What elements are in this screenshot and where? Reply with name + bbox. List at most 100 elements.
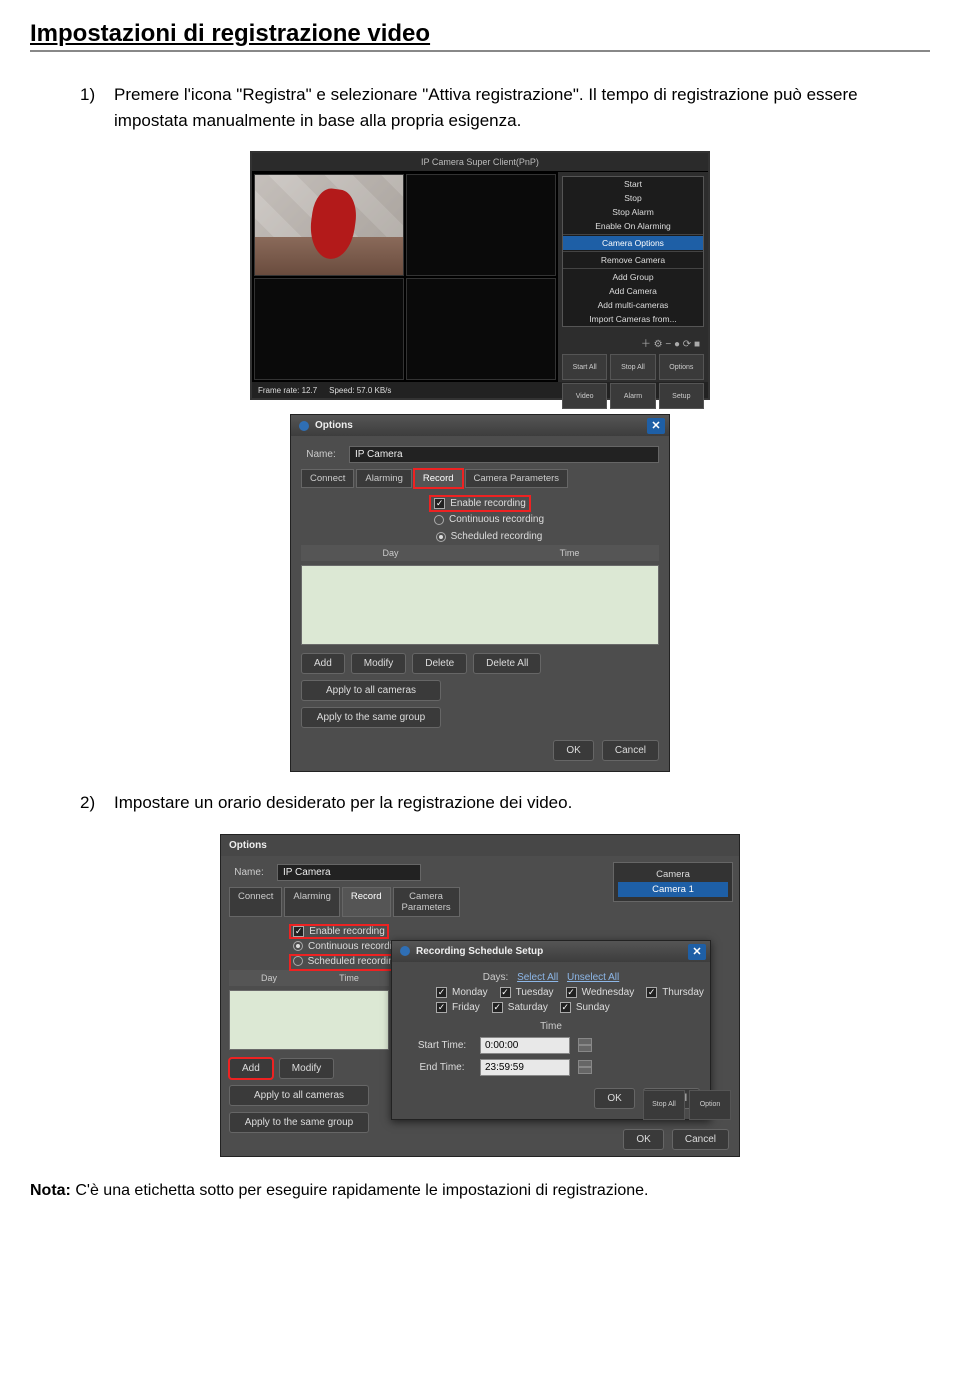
ctx-stop[interactable]: Stop: [563, 191, 703, 205]
continuous-label-3: Continuous recording: [308, 941, 403, 952]
name-label: Name:: [301, 449, 341, 460]
ctx-stop-alarm[interactable]: Stop Alarm: [563, 205, 703, 219]
unselect-all-link[interactable]: Unselect All: [567, 972, 619, 983]
checkbox-icon: [293, 926, 304, 937]
ctx-start[interactable]: Start: [563, 177, 703, 191]
chk-thu[interactable]: Thursday: [646, 987, 704, 998]
camera-cell-4[interactable]: [406, 278, 556, 380]
ctx-add-camera[interactable]: Add Camera: [563, 284, 703, 298]
ctx-add-multi[interactable]: Add multi-cameras: [563, 298, 703, 312]
screenshot-options-dialog: Options ✕ Name: Connect Alarming Record …: [290, 414, 670, 772]
dialog-title: Options: [315, 420, 353, 431]
ctx-remove-camera[interactable]: Remove Camera: [563, 253, 703, 267]
btn-cancel[interactable]: Cancel: [602, 740, 659, 761]
step-2-number: 2): [80, 790, 104, 816]
chk-mon[interactable]: Monday: [436, 987, 488, 998]
btn-add-3[interactable]: Add: [229, 1058, 273, 1079]
scheduled-label-3: Scheduled recording: [308, 956, 400, 967]
camera-cell-3[interactable]: [254, 278, 404, 380]
chk-enable-recording-3[interactable]: Enable recording: [293, 926, 385, 937]
btn-ok[interactable]: OK: [553, 740, 593, 761]
time-section-label: Time: [402, 1021, 700, 1032]
chk-enable-recording[interactable]: Enable recording: [434, 498, 526, 509]
btn-apply-group[interactable]: Apply to the same group: [301, 707, 441, 728]
btn-stop-all[interactable]: Stop All: [610, 354, 655, 380]
tab-connect-3[interactable]: Connect: [229, 887, 282, 917]
camera-list-item[interactable]: Camera 1: [618, 882, 728, 897]
end-time-input[interactable]: [480, 1059, 570, 1076]
tab-camera-params[interactable]: Camera Parameters: [465, 469, 569, 488]
btn-stop-all-3[interactable]: Stop All: [643, 1090, 685, 1120]
tool-row[interactable]: ＋ ⚙ − ● ⟳ ■: [562, 331, 704, 354]
step-1-number: 1): [80, 82, 104, 133]
tab-record-3[interactable]: Record: [342, 887, 391, 917]
tab-connect[interactable]: Connect: [301, 469, 354, 488]
note-text: C'è una etichetta sotto per eseguire rap…: [71, 1182, 649, 1199]
spinner-icon[interactable]: [578, 1060, 592, 1074]
radio-scheduled[interactable]: Scheduled recording: [436, 531, 543, 542]
sched-setup-title: Recording Schedule Setup: [416, 946, 543, 957]
checkbox-icon: [434, 498, 445, 509]
btn-delete-all[interactable]: Delete All: [473, 653, 541, 674]
btn-start-all[interactable]: Start All: [562, 354, 607, 380]
schedule-table-3[interactable]: [229, 990, 389, 1050]
close-icon[interactable]: ✕: [688, 944, 706, 960]
camera-list-panel: Camera Camera 1: [613, 862, 733, 902]
name-label-3: Name:: [229, 867, 269, 878]
radio-continuous[interactable]: Continuous recording: [434, 514, 544, 525]
chk-tue[interactable]: Tuesday: [500, 987, 554, 998]
window-title: IP Camera Super Client(PnP): [252, 153, 708, 172]
note: Nota: C'è una etichetta sotto per esegui…: [30, 1179, 930, 1203]
tab-alarming[interactable]: Alarming: [356, 469, 412, 488]
start-time-input[interactable]: [480, 1037, 570, 1054]
radio-icon: [436, 532, 446, 542]
col-time-3: Time: [309, 970, 389, 986]
step-1-text: Premere l'icona "Registra" e selezionare…: [114, 82, 930, 133]
btn-apply-group-3[interactable]: Apply to the same group: [229, 1112, 369, 1133]
btn-apply-all[interactable]: Apply to all cameras: [301, 680, 441, 701]
camera-cell-1[interactable]: [254, 174, 404, 276]
tab-record[interactable]: Record: [414, 469, 463, 488]
frame-rate: Frame rate: 12.7: [258, 386, 317, 395]
btn-cancel-3[interactable]: Cancel: [672, 1129, 729, 1150]
btn-alarm[interactable]: Alarm: [610, 383, 655, 409]
btn-modify-3[interactable]: Modify: [279, 1058, 334, 1079]
radio-scheduled-3[interactable]: Scheduled recording: [293, 956, 400, 967]
days-label: Days:: [483, 972, 509, 983]
page-title: Impostazioni di registrazione video: [30, 20, 930, 52]
note-label: Nota:: [30, 1182, 71, 1199]
btn-setup[interactable]: Setup: [659, 383, 704, 409]
select-all-link[interactable]: Select All: [517, 972, 558, 983]
name-input[interactable]: [349, 446, 659, 463]
tab-camera-params-3[interactable]: Camera Parameters: [393, 887, 460, 917]
btn-apply-all-3[interactable]: Apply to all cameras: [229, 1085, 369, 1106]
chk-wed[interactable]: Wednesday: [566, 987, 635, 998]
col-day-3: Day: [229, 970, 309, 986]
btn-delete[interactable]: Delete: [412, 653, 467, 674]
radio-icon: [293, 956, 303, 966]
close-icon[interactable]: ✕: [647, 418, 665, 434]
ctx-add-group[interactable]: Add Group: [563, 270, 703, 284]
dialog-title-3: Options: [229, 840, 267, 851]
btn-options[interactable]: Options: [659, 354, 704, 380]
speed: Speed: 57.0 KB/s: [329, 386, 391, 395]
radio-continuous-3[interactable]: Continuous recording: [293, 941, 403, 952]
schedule-table[interactable]: [301, 565, 659, 645]
chk-sat[interactable]: Saturday: [492, 1002, 548, 1013]
btn-add[interactable]: Add: [301, 653, 345, 674]
spinner-icon[interactable]: [578, 1038, 592, 1052]
tab-alarming-3[interactable]: Alarming: [284, 887, 340, 917]
gear-icon: [299, 421, 309, 431]
chk-fri[interactable]: Friday: [436, 1002, 480, 1013]
ctx-camera-options[interactable]: Camera Options: [563, 236, 703, 250]
chk-sun[interactable]: Sunday: [560, 1002, 610, 1013]
name-input-3[interactable]: [277, 864, 421, 881]
btn-video[interactable]: Video: [562, 383, 607, 409]
ctx-import[interactable]: Import Cameras from...: [563, 312, 703, 326]
camera-cell-2[interactable]: [406, 174, 556, 276]
ctx-enable-on-alarming[interactable]: Enable On Alarming: [563, 219, 703, 233]
btn-option-3[interactable]: Option: [689, 1090, 731, 1120]
btn-ok-3[interactable]: OK: [623, 1129, 663, 1150]
btn-ok-sched[interactable]: OK: [594, 1088, 634, 1109]
btn-modify[interactable]: Modify: [351, 653, 406, 674]
